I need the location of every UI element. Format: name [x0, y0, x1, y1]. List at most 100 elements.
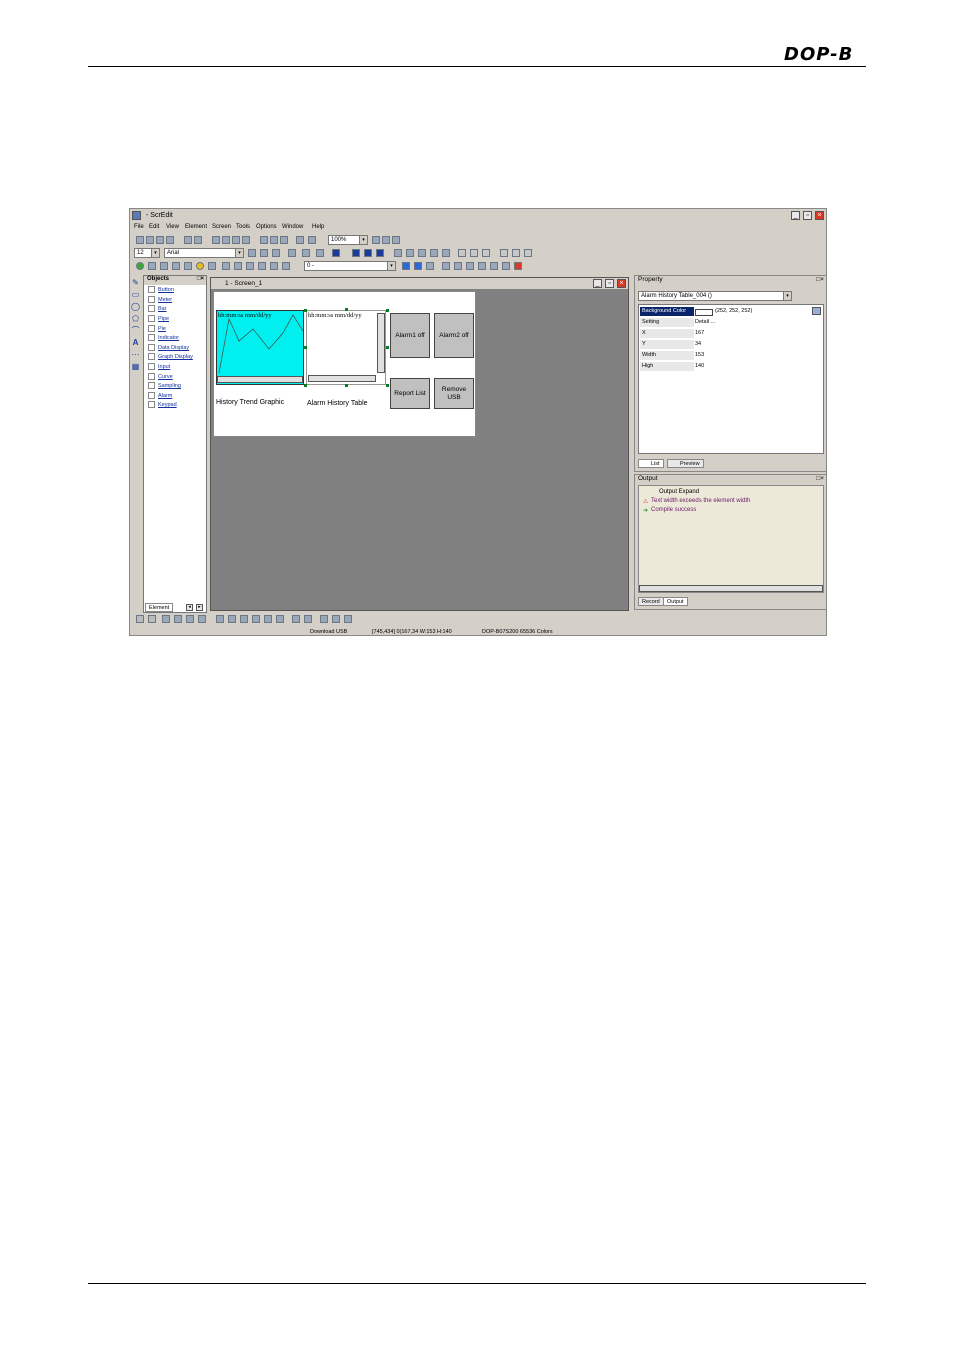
layout-icon[interactable] [240, 615, 248, 623]
save-all-icon[interactable] [166, 236, 174, 244]
minimize-icon[interactable]: _ [593, 279, 602, 288]
print-icon[interactable] [296, 236, 304, 244]
object-item-curve[interactable]: Curve [148, 373, 173, 380]
selection-handle[interactable] [304, 346, 307, 349]
layer-icon[interactable] [426, 262, 434, 270]
alarm1-off-button[interactable]: Alarm1 off [390, 313, 430, 358]
output-scrollbar[interactable] [639, 585, 823, 592]
selection-handle[interactable] [386, 309, 389, 312]
download-icon[interactable] [260, 236, 268, 244]
data-display-icon[interactable] [208, 262, 216, 270]
property-row[interactable]: Setting Detail ... [640, 318, 822, 328]
object-item-bar[interactable]: Bar [148, 305, 167, 312]
text-style-icon[interactable] [316, 249, 324, 257]
menu-view[interactable]: View [166, 224, 179, 230]
close-icon[interactable]: × [617, 279, 626, 288]
font-size-select[interactable]: 12 ▾ [134, 248, 160, 258]
underline-icon[interactable] [376, 249, 384, 257]
object-item-button[interactable]: Button [148, 286, 174, 293]
text-style-icon[interactable] [302, 249, 310, 257]
layout-icon[interactable] [252, 615, 260, 623]
zoom-fit-icon[interactable] [392, 236, 400, 244]
polygon-icon[interactable]: ⬠ [131, 315, 140, 323]
table-horizontal-scrollbar[interactable] [308, 375, 376, 382]
menu-help[interactable]: Help [312, 224, 324, 230]
simulate-icon[interactable] [280, 236, 288, 244]
graph-display-icon[interactable] [222, 262, 230, 270]
layout-icon[interactable] [228, 615, 236, 623]
circle-icon[interactable]: ◯ [131, 303, 140, 311]
hmi-screen-canvas[interactable]: hh:mm:ss mm/dd/yy hh:mm:ss mm/dd/yy Alar… [213, 291, 476, 437]
pipe-element-icon[interactable] [172, 262, 180, 270]
text-style-icon[interactable] [288, 249, 296, 257]
chevron-right-icon[interactable]: ▸ [196, 604, 203, 611]
new-icon[interactable] [136, 236, 144, 244]
object-item-meter[interactable]: Meter [148, 296, 172, 303]
pie-element-icon[interactable] [184, 262, 192, 270]
arrange-icon[interactable] [454, 262, 462, 270]
menu-file[interactable]: File [134, 224, 144, 230]
arrange-icon[interactable] [466, 262, 474, 270]
alarm2-off-button[interactable]: Alarm2 off [434, 313, 474, 358]
layer-icon[interactable] [402, 262, 410, 270]
selection-handle[interactable] [386, 346, 389, 349]
zoom-select[interactable]: 100% ▾ [328, 235, 368, 245]
close-icon[interactable]: × [815, 211, 824, 220]
menu-element[interactable]: Element [185, 224, 207, 230]
chevron-left-icon[interactable]: ◂ [186, 604, 193, 611]
minimize-icon[interactable]: _ [791, 211, 800, 220]
arrange-icon[interactable] [490, 262, 498, 270]
arc-icon[interactable] [442, 249, 450, 257]
scale-icon[interactable]: ⋯ [131, 351, 140, 359]
state-select[interactable]: 0 - ▾ [304, 261, 396, 271]
font-name-select[interactable]: Arial ▾ [164, 248, 244, 258]
ellipsis-icon[interactable] [812, 307, 821, 315]
layout-icon[interactable] [148, 615, 156, 623]
alarm-history-table[interactable]: hh:mm:ss mm/dd/yy [306, 310, 386, 385]
restore-icon[interactable]: ▫ [803, 211, 812, 220]
layout-icon[interactable] [186, 615, 194, 623]
rectangle-icon[interactable]: ▭ [131, 291, 140, 299]
property-row[interactable]: Y 34 [640, 340, 822, 350]
cut-icon[interactable] [212, 236, 220, 244]
close-icon[interactable]: □× [816, 475, 824, 482]
keypad-element-icon[interactable] [282, 262, 290, 270]
align-center-icon[interactable] [470, 249, 478, 257]
table-icon[interactable]: ▦ [131, 363, 140, 371]
layout-icon[interactable] [162, 615, 170, 623]
property-row[interactable]: High 140 [640, 362, 822, 372]
align-right-icon[interactable] [482, 249, 490, 257]
align-left-icon[interactable] [458, 249, 466, 257]
ellipse-icon[interactable] [418, 249, 426, 257]
input-element-icon[interactable] [234, 262, 242, 270]
pencil-icon[interactable]: ✎ [131, 279, 140, 287]
paste-icon[interactable] [232, 236, 240, 244]
zoom-out-icon[interactable] [382, 236, 390, 244]
save-icon[interactable] [156, 236, 164, 244]
output-expand-label[interactable]: Output Expand [659, 489, 699, 495]
layout-icon[interactable] [320, 615, 328, 623]
layer-icon[interactable] [414, 262, 422, 270]
bold-icon[interactable] [352, 249, 360, 257]
align-bottom-icon[interactable] [524, 249, 532, 257]
object-item-keypad[interactable]: Keypad [148, 401, 177, 408]
selection-handle[interactable] [304, 384, 307, 387]
object-item-sampling[interactable]: Sampling [148, 382, 181, 389]
layout-icon[interactable] [276, 615, 284, 623]
align-icon[interactable] [272, 249, 280, 257]
zoom-in-icon[interactable] [372, 236, 380, 244]
table-vertical-scrollbar[interactable] [377, 313, 385, 373]
object-item-graph-display[interactable]: Graph Display [148, 353, 193, 360]
menu-options[interactable]: Options [256, 224, 277, 230]
bar-element-icon[interactable] [160, 262, 168, 270]
line-icon[interactable] [394, 249, 402, 257]
object-item-alarm[interactable]: Alarm [148, 392, 172, 399]
align-middle-icon[interactable] [512, 249, 520, 257]
layout-icon[interactable] [174, 615, 182, 623]
tab-preview[interactable]: Preview [667, 459, 704, 468]
arrange-icon[interactable] [442, 262, 450, 270]
alarm-element-icon[interactable] [270, 262, 278, 270]
upload-icon[interactable] [270, 236, 278, 244]
italic-icon[interactable] [364, 249, 372, 257]
restore-icon[interactable]: ▫ [605, 279, 614, 288]
